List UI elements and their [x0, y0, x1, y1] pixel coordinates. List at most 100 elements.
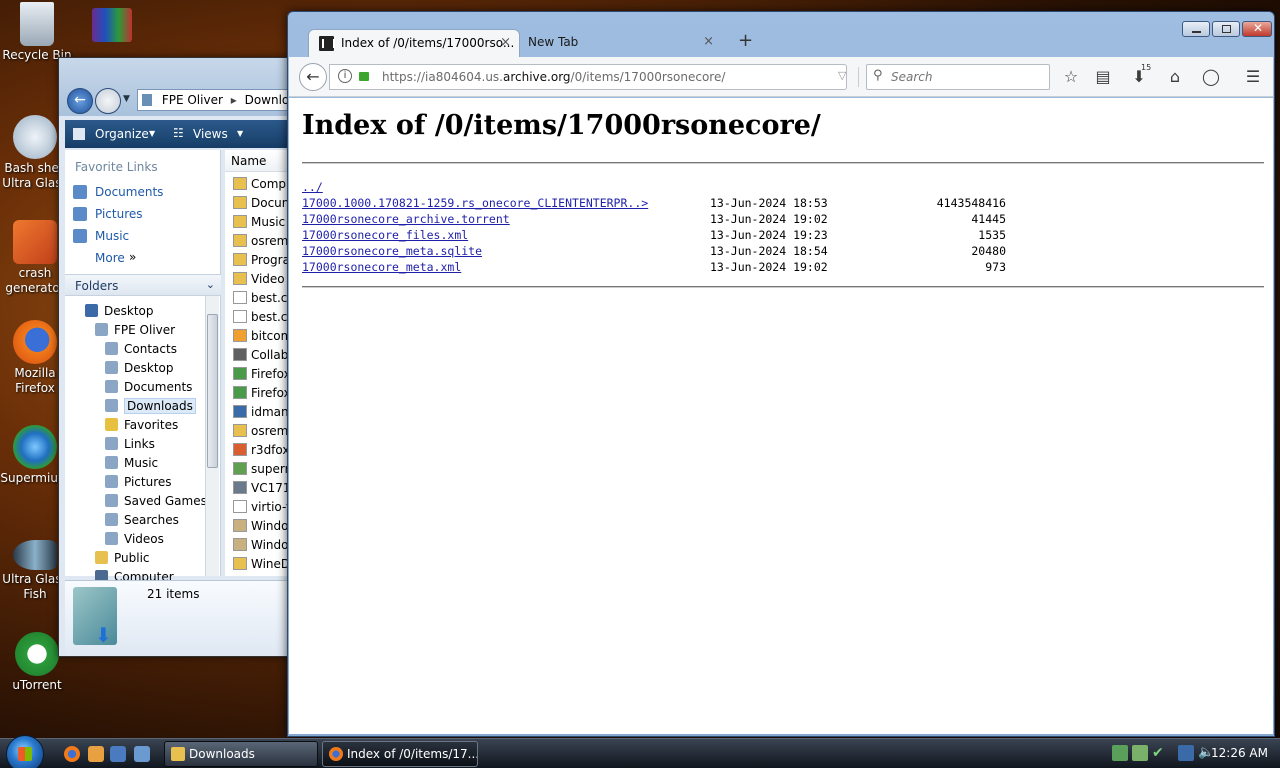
file-row[interactable]: idman	[233, 405, 289, 419]
tree-item-saved-games[interactable]: Saved Games	[105, 494, 207, 508]
organize-menu[interactable]: Organize	[95, 127, 149, 141]
winrar-icon[interactable]	[92, 8, 132, 42]
url-bar[interactable]: i https://ia804604.us.archive.org/0/item…	[329, 64, 879, 90]
tree-item-searches[interactable]: Searches	[105, 513, 179, 527]
desktop-icon-recycle-bin[interactable]: Recycle Bin	[2, 2, 72, 63]
folder-icon	[95, 551, 108, 564]
file-row[interactable]: Progra	[233, 253, 290, 267]
tree-item-favorites[interactable]: Favorites	[105, 418, 178, 432]
file-icon	[233, 424, 247, 437]
explorer-quicklaunch-icon[interactable]	[88, 746, 104, 762]
new-tab-plus-icon[interactable]: +	[738, 30, 753, 51]
file-row[interactable]: Firefox	[233, 386, 291, 400]
file-row[interactable]: best.c7	[233, 291, 295, 305]
parent-directory-link[interactable]: ../	[302, 180, 323, 194]
tray-check-icon[interactable]: ✔	[1152, 745, 1168, 761]
file-link[interactable]: 17000rsonecore_meta.sqlite	[302, 244, 482, 258]
file-row[interactable]: Compr	[233, 177, 291, 191]
double-chevron-icon: »	[129, 250, 137, 264]
folders-title: Folders	[75, 279, 119, 293]
bookmark-star-icon[interactable]: ☆	[1061, 67, 1081, 86]
file-row[interactable]: Video	[233, 272, 285, 286]
search-input[interactable]	[891, 68, 1041, 86]
scrollbar-thumb[interactable]	[207, 314, 218, 468]
tree-item-public[interactable]: Public	[95, 551, 150, 565]
show-desktop-icon[interactable]	[110, 746, 126, 762]
file-row[interactable]: Music	[233, 215, 285, 229]
taskbar-button-downloads[interactable]: Downloads	[164, 741, 318, 767]
pocket-icon[interactable]: ◯	[1201, 67, 1221, 86]
file-link[interactable]: 17000.1000.170821-1259.rs_onecore_CLIENT…	[302, 196, 648, 210]
file-row[interactable]: Docum	[233, 196, 293, 210]
close-button[interactable]: ✕	[1242, 21, 1272, 37]
hamburger-menu-icon[interactable]: ☰	[1243, 67, 1263, 86]
home-icon[interactable]: ⌂	[1165, 67, 1185, 86]
item-count: 21 items	[147, 587, 200, 601]
tree-item-music[interactable]: Music	[105, 456, 158, 470]
file-link[interactable]: 17000rsonecore_archive.torrent	[302, 212, 510, 226]
firefox-icon	[329, 747, 343, 761]
divider	[302, 162, 1264, 164]
file-link[interactable]: 17000rsonecore_files.xml	[302, 228, 468, 242]
file-row[interactable]: WineD	[233, 557, 290, 571]
file-row[interactable]: Collabi	[233, 348, 292, 362]
more-link[interactable]: More	[95, 251, 125, 265]
reader-list-icon[interactable]: ▤	[1093, 67, 1113, 86]
tray-network-icon[interactable]	[1112, 745, 1128, 761]
tree-item-links[interactable]: Links	[105, 437, 155, 451]
file-icon	[233, 234, 247, 247]
tree-item-desktop-sub[interactable]: Desktop	[105, 361, 174, 375]
search-bar[interactable]: ⚲	[866, 64, 1050, 90]
navigation-pane-scrollbar[interactable]	[205, 296, 219, 576]
folders-header[interactable]: Folders ⌄	[65, 274, 221, 296]
file-name: Windo	[251, 538, 289, 552]
tree-item-videos[interactable]: Videos	[105, 532, 164, 546]
forward-button[interactable]	[95, 88, 121, 114]
tray-display-icon[interactable]	[1178, 745, 1194, 761]
tray-security-icon[interactable]	[1132, 745, 1148, 761]
desktop-icon	[85, 304, 98, 317]
start-button[interactable]	[6, 735, 44, 768]
file-row[interactable]: Windo	[233, 519, 289, 533]
close-tab-icon[interactable]: ×	[500, 30, 511, 56]
tree-item-contacts[interactable]: Contacts	[105, 342, 177, 356]
desktop-icon-label: uTorrent	[12, 678, 62, 692]
firefox-quicklaunch-icon[interactable]	[64, 746, 80, 762]
taskbar-button-firefox[interactable]: Index of /0/items/17...	[322, 741, 478, 767]
file-row[interactable]: bitcom	[233, 329, 292, 343]
file-row[interactable]: Windo	[233, 538, 289, 552]
file-link[interactable]: 17000rsonecore_meta.xml	[302, 260, 461, 274]
favorite-link-music[interactable]: Music	[95, 229, 129, 243]
tab-new-tab[interactable]: New Tab ×	[520, 29, 722, 57]
page-title: Index of /0/items/17000rsonecore/	[302, 110, 821, 141]
chevron-down-icon[interactable]: ▼	[123, 94, 130, 104]
info-icon[interactable]: i	[338, 69, 352, 83]
switch-windows-icon[interactable]	[134, 746, 150, 762]
tree-item-pictures[interactable]: Pictures	[105, 475, 172, 489]
dropdown-arrow-icon[interactable]: ▽	[838, 69, 846, 82]
close-tab-icon[interactable]: ×	[703, 29, 714, 55]
url-text[interactable]: https://ia804604.us.archive.org/0/items/…	[382, 70, 725, 84]
explorer-address-bar[interactable]: FPE Oliver ▸ Downloads	[137, 89, 297, 111]
file-row[interactable]: Firefox	[233, 367, 291, 381]
taskbar-clock[interactable]: 12:26 AM	[1211, 746, 1268, 760]
divider	[302, 286, 1264, 288]
tree-item-desktop[interactable]: Desktop	[85, 304, 154, 318]
tree-item-documents[interactable]: Documents	[105, 380, 192, 394]
file-row[interactable]: virtio-v	[233, 500, 293, 514]
firefox-icon	[13, 320, 57, 364]
tree-item-fpe-oliver[interactable]: FPE Oliver	[95, 323, 175, 337]
favorite-link-pictures[interactable]: Pictures	[95, 207, 143, 221]
tree-item-downloads[interactable]: Downloads	[105, 398, 196, 414]
tab-archive-index[interactable]: Index of /0/items/17000rso... ×	[308, 29, 520, 57]
maximize-button[interactable]	[1212, 21, 1240, 37]
back-button[interactable]: ←	[67, 88, 93, 114]
music-icon	[73, 229, 87, 243]
views-menu[interactable]: Views	[193, 127, 228, 141]
file-row[interactable]: best.c7	[233, 310, 295, 324]
minimize-button[interactable]	[1182, 21, 1210, 37]
file-name: Music	[251, 215, 286, 229]
back-arrow-icon[interactable]: ←	[299, 63, 327, 91]
breadcrumb-item[interactable]: FPE Oliver	[162, 93, 223, 107]
favorite-link-documents[interactable]: Documents	[95, 185, 163, 199]
